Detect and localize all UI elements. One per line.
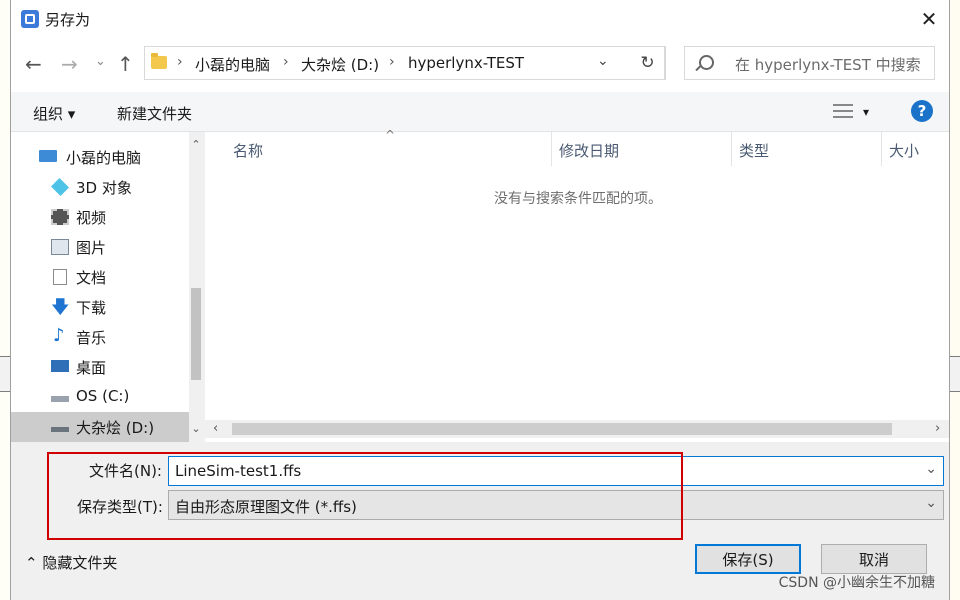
sidebar-item-label: 大杂烩 (D:) (76, 419, 155, 437)
music-icon: ♪ (53, 325, 65, 346)
sidebar-item-label: 图片 (76, 239, 107, 257)
help-icon[interactable]: ? (911, 100, 933, 122)
search-icon (699, 55, 714, 70)
sidebar-item-music[interactable]: ♪ 音乐 (11, 322, 189, 352)
drive-icon (51, 396, 69, 402)
app-icon (21, 10, 39, 28)
breadcrumb-separator: › (177, 54, 183, 70)
sidebar-item-label: 桌面 (76, 359, 107, 377)
recent-locations-chevron-icon[interactable]: ⌄ (95, 52, 106, 72)
search-input[interactable]: 在 hyperlynx-TEST 中搜索 (684, 46, 935, 80)
title-bar: 另存为 ✕ (11, 0, 949, 38)
address-bar[interactable]: › 小磊的电脑 › 大杂烩 (D:) › hyperlynx-TEST ⌄ (144, 46, 666, 80)
sidebar-item-label: 视频 (76, 209, 107, 227)
scroll-down-arrow-icon[interactable]: ⌄ (189, 422, 203, 435)
scroll-right-arrow-icon[interactable]: › (935, 421, 940, 436)
file-list: ^ 名称 修改日期 类型 大小 没有与搜索条件匹配的项。 ‹ › (205, 128, 949, 442)
column-header-type[interactable]: 类型 (739, 140, 769, 161)
cube-icon (50, 177, 70, 197)
breadcrumb-folder[interactable]: hyperlynx-TEST (408, 54, 524, 72)
save-type-dropdown-chevron-icon[interactable]: ⌄ (925, 495, 937, 511)
column-header-date[interactable]: 修改日期 (559, 140, 619, 161)
sidebar-item-3d-objects[interactable]: 3D 对象 (11, 172, 189, 202)
address-row: ← → ⌄ ↑ › 小磊的电脑 › 大杂烩 (D:) › hyperlynx-T… (11, 38, 949, 92)
sidebar-item-label: 下载 (76, 299, 107, 317)
breadcrumb-separator: › (389, 54, 395, 70)
highlight-annotation-frame (47, 452, 683, 540)
column-header-name[interactable]: 名称 (233, 140, 263, 161)
sidebar-item-videos[interactable]: 视频 (11, 202, 189, 232)
new-folder-button[interactable]: 新建文件夹 (117, 103, 192, 124)
computer-icon (39, 150, 57, 162)
scrollbar-thumb[interactable] (232, 423, 892, 435)
close-button[interactable]: ✕ (909, 0, 949, 38)
column-header-size[interactable]: 大小 (889, 140, 919, 161)
sidebar-item-label: 文档 (76, 269, 107, 287)
column-divider[interactable] (731, 132, 732, 166)
view-options-icon[interactable] (833, 103, 853, 119)
sort-ascending-icon: ^ (385, 128, 396, 142)
hide-folders-toggle[interactable]: ⌃ 隐藏文件夹 (25, 552, 117, 573)
breadcrumb-drive-d[interactable]: 大杂烩 (D:) (301, 54, 379, 75)
forward-arrow-icon[interactable]: → (61, 54, 78, 74)
empty-results-message: 没有与搜索条件匹配的项。 (494, 191, 662, 207)
sidebar-item-downloads[interactable]: 🡇 下载 (11, 292, 189, 322)
document-icon (53, 269, 67, 285)
sidebar-item-computer[interactable]: 小磊的电脑 (11, 142, 189, 172)
dialog-title: 另存为 (45, 11, 91, 29)
scroll-up-arrow-icon[interactable]: ⌃ (189, 138, 203, 151)
sidebar-item-drive-d[interactable]: 大杂烩 (D:) (11, 412, 189, 442)
refresh-button[interactable]: ↻ (631, 46, 665, 80)
organize-menu-button[interactable]: 组织 ▾ (33, 103, 75, 124)
filename-dropdown-chevron-icon[interactable]: ⌄ (925, 461, 937, 477)
back-arrow-icon[interactable]: ← (25, 54, 42, 74)
sidebar-item-desktop[interactable]: 桌面 (11, 352, 189, 382)
sidebar-item-label: 音乐 (76, 329, 107, 347)
sidebar-item-pictures[interactable]: 图片 (11, 232, 189, 262)
drive-icon (51, 427, 69, 432)
folder-icon (151, 53, 167, 69)
cancel-button[interactable]: 取消 (821, 544, 927, 574)
up-arrow-icon[interactable]: ↑ (117, 54, 134, 74)
sidebar-item-label: 3D 对象 (76, 179, 132, 197)
command-toolbar: 组织 ▾ 新建文件夹 ▾ ? (11, 92, 949, 132)
horizontal-scrollbar[interactable]: ‹ › (205, 420, 949, 438)
save-button[interactable]: 保存(S) (695, 544, 801, 574)
sidebar-scrollbar[interactable]: ⌃ ⌄ (189, 132, 203, 442)
column-divider[interactable] (881, 132, 882, 166)
column-divider[interactable] (551, 132, 552, 166)
sidebar-item-label: OS (C:) (76, 387, 130, 405)
watermark-text: CSDN @小幽余生不加糖 (778, 575, 935, 591)
address-dropdown-chevron-icon[interactable]: ⌄ (597, 53, 609, 69)
video-icon (51, 209, 69, 225)
save-fields-panel: 文件名(N): LineSim-test1.ffs ⌄ 保存类型(T): 自由形… (11, 444, 949, 600)
sidebar-item-drive-c[interactable]: OS (C:) (11, 382, 189, 412)
sidebar-item-documents[interactable]: 文档 (11, 262, 189, 292)
sidebar-item-label: 小磊的电脑 (66, 149, 142, 167)
view-dropdown-arrow-icon[interactable]: ▾ (863, 105, 869, 119)
picture-icon (51, 239, 69, 255)
search-placeholder: 在 hyperlynx-TEST 中搜索 (735, 56, 921, 74)
breadcrumb-separator: › (283, 54, 289, 70)
scrollbar-thumb[interactable] (191, 288, 201, 380)
breadcrumb-computer[interactable]: 小磊的电脑 (195, 54, 270, 75)
navigation-pane: 小磊的电脑 3D 对象 视频 图片 文档 🡇 下载 ♪ 音乐 桌面 OS (C:… (11, 132, 203, 442)
desktop-icon (51, 360, 69, 372)
save-as-dialog: 另存为 ✕ ← → ⌄ ↑ › 小磊的电脑 › 大杂烩 (D:) › hyper… (10, 0, 950, 600)
download-icon: 🡇 (51, 297, 70, 318)
scroll-left-arrow-icon[interactable]: ‹ (213, 421, 218, 436)
